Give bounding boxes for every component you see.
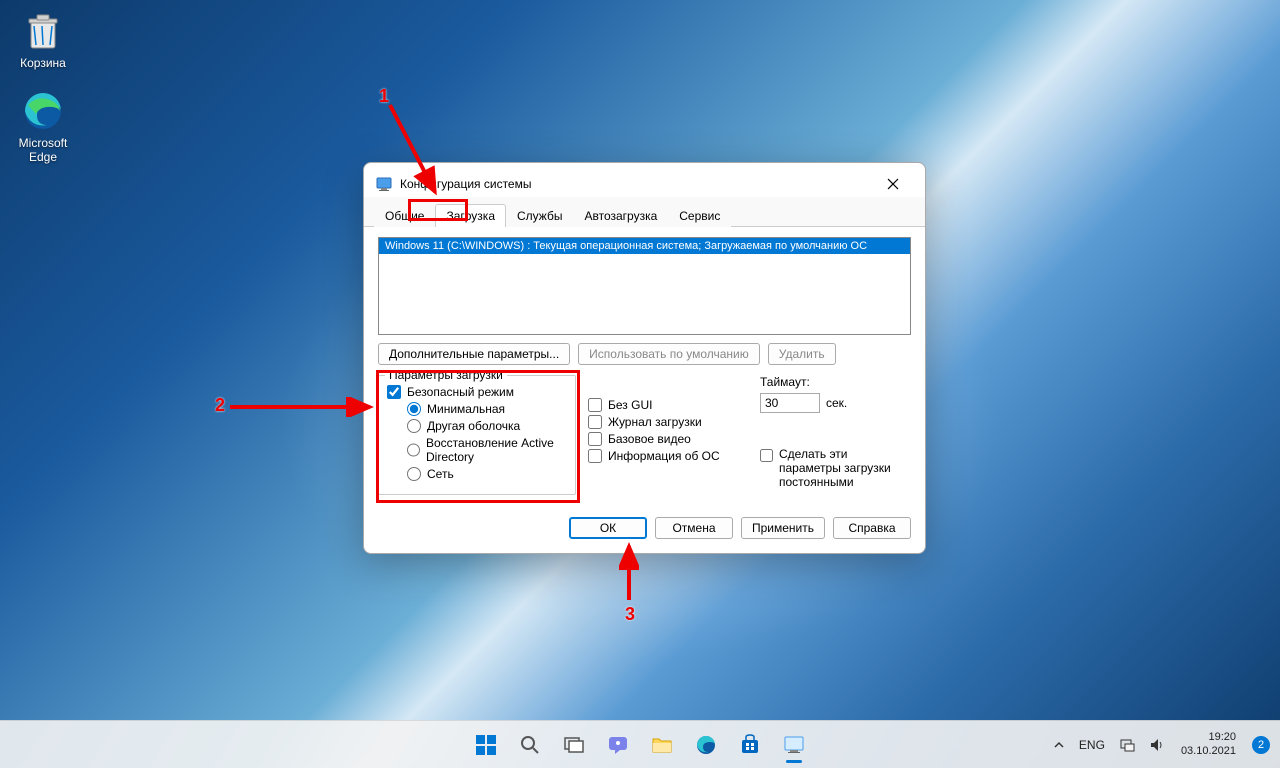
dialog-button-row: ОК Отмена Применить Справка bbox=[364, 505, 925, 553]
tab-startup[interactable]: Автозагрузка bbox=[573, 204, 668, 227]
tray-chevron[interactable] bbox=[1047, 735, 1071, 755]
no-gui-checkbox[interactable]: Без GUI bbox=[588, 398, 748, 412]
os-info-checkbox[interactable]: Информация об ОС bbox=[588, 449, 748, 463]
volume-icon-button[interactable] bbox=[1143, 733, 1171, 757]
set-default-button: Использовать по умолчанию bbox=[578, 343, 760, 365]
radio-alt-shell[interactable]: Другая оболочка bbox=[407, 419, 567, 433]
folder-icon bbox=[651, 734, 673, 756]
timeout-label: Таймаут: bbox=[760, 375, 911, 389]
lower-panel: Параметры загрузки Безопасный режим Мини… bbox=[378, 375, 911, 495]
boot-options-legend: Параметры загрузки bbox=[385, 368, 507, 382]
trash-icon bbox=[22, 10, 64, 52]
start-button[interactable] bbox=[466, 725, 506, 765]
tab-general[interactable]: Общие bbox=[374, 204, 435, 227]
date-text: 03.10.2021 bbox=[1181, 745, 1236, 758]
radio-ad-repair[interactable]: Восстановление Active Directory bbox=[407, 436, 567, 464]
boot-button-row: Дополнительные параметры... Использовать… bbox=[378, 343, 911, 365]
apply-button[interactable]: Применить bbox=[741, 517, 825, 539]
safe-boot-input[interactable] bbox=[387, 385, 401, 399]
timeout-section: Таймаут: сек. Сделать эти параметры загр… bbox=[760, 375, 911, 495]
edge-icon[interactable]: Microsoft Edge bbox=[5, 85, 81, 169]
chat-button[interactable] bbox=[598, 725, 638, 765]
search-icon bbox=[519, 734, 541, 756]
windows-logo-icon bbox=[474, 733, 498, 757]
tab-services[interactable]: Службы bbox=[506, 204, 573, 227]
os-listbox[interactable]: Windows 11 (C:\WINDOWS) : Текущая операц… bbox=[378, 237, 911, 335]
system-tray: ENG 19:20 03.10.2021 2 bbox=[1047, 721, 1276, 768]
app-icon bbox=[376, 176, 392, 192]
advanced-options-button[interactable]: Дополнительные параметры... bbox=[378, 343, 570, 365]
taskbar: ENG 19:20 03.10.2021 2 bbox=[0, 720, 1280, 768]
os-item-selected[interactable]: Windows 11 (C:\WINDOWS) : Текущая операц… bbox=[379, 238, 910, 254]
msconfig-dialog: Конфигурация системы Общие Загрузка Служ… bbox=[363, 162, 926, 554]
task-view-icon bbox=[563, 734, 585, 756]
dialog-title: Конфигурация системы bbox=[400, 177, 873, 191]
language-indicator[interactable]: ENG bbox=[1073, 734, 1111, 756]
annotation-2: 2 bbox=[215, 395, 225, 416]
tab-boot[interactable]: Загрузка bbox=[435, 204, 506, 227]
notification-count: 2 bbox=[1252, 736, 1270, 754]
clock[interactable]: 19:20 03.10.2021 bbox=[1173, 731, 1244, 757]
msconfig-icon bbox=[783, 734, 805, 756]
boot-log-checkbox[interactable]: Журнал загрузки bbox=[588, 415, 748, 429]
safe-boot-checkbox[interactable]: Безопасный режим bbox=[387, 385, 567, 399]
network-icon-button[interactable] bbox=[1113, 733, 1141, 757]
tab-bar: Общие Загрузка Службы Автозагрузка Серви… bbox=[364, 197, 925, 227]
boot-options-group: Параметры загрузки Безопасный режим Мини… bbox=[378, 375, 576, 495]
chat-icon bbox=[607, 734, 629, 756]
annotation-3: 3 bbox=[625, 604, 635, 625]
edge-taskbar-button[interactable] bbox=[686, 725, 726, 765]
radio-network[interactable]: Сеть bbox=[407, 467, 567, 481]
recycle-bin-icon[interactable]: Корзина bbox=[5, 5, 81, 75]
edge-label: Microsoft Edge bbox=[10, 136, 76, 164]
volume-icon bbox=[1149, 737, 1165, 753]
browser-icon bbox=[22, 90, 64, 132]
task-view-button[interactable] bbox=[554, 725, 594, 765]
titlebar: Конфигурация системы bbox=[364, 163, 925, 197]
timeout-input[interactable] bbox=[760, 393, 820, 413]
tab-tools[interactable]: Сервис bbox=[668, 204, 731, 227]
msconfig-taskbar-button[interactable] bbox=[774, 725, 814, 765]
additional-options: Без GUI Журнал загрузки Базовое видео Ин… bbox=[588, 375, 748, 495]
explorer-button[interactable] bbox=[642, 725, 682, 765]
tab-panel-boot: Windows 11 (C:\WINDOWS) : Текущая операц… bbox=[364, 227, 925, 505]
safe-boot-radio-group: Минимальная Другая оболочка Восстановлен… bbox=[407, 402, 567, 481]
time-text: 19:20 bbox=[1181, 731, 1236, 744]
cancel-button[interactable]: Отмена bbox=[655, 517, 733, 539]
search-button[interactable] bbox=[510, 725, 550, 765]
timeout-unit: сек. bbox=[826, 396, 847, 410]
annotation-1: 1 bbox=[379, 86, 389, 107]
delete-button: Удалить bbox=[768, 343, 836, 365]
close-button[interactable] bbox=[873, 170, 913, 198]
recycle-bin-label: Корзина bbox=[10, 56, 76, 70]
desktop-icons-area: Корзина Microsoft Edge bbox=[5, 5, 81, 179]
store-icon bbox=[739, 734, 761, 756]
radio-minimal[interactable]: Минимальная bbox=[407, 402, 567, 416]
taskbar-center bbox=[466, 725, 814, 765]
permanent-checkbox[interactable]: Сделать эти параметры загрузки постоянны… bbox=[760, 447, 911, 489]
help-button[interactable]: Справка bbox=[833, 517, 911, 539]
chevron-up-icon bbox=[1053, 739, 1065, 751]
notifications-button[interactable]: 2 bbox=[1246, 732, 1276, 758]
edge-taskbar-icon bbox=[695, 734, 717, 756]
base-video-checkbox[interactable]: Базовое видео bbox=[588, 432, 748, 446]
ok-button[interactable]: ОК bbox=[569, 517, 647, 539]
store-button[interactable] bbox=[730, 725, 770, 765]
close-icon bbox=[887, 178, 899, 190]
network-icon bbox=[1119, 737, 1135, 753]
